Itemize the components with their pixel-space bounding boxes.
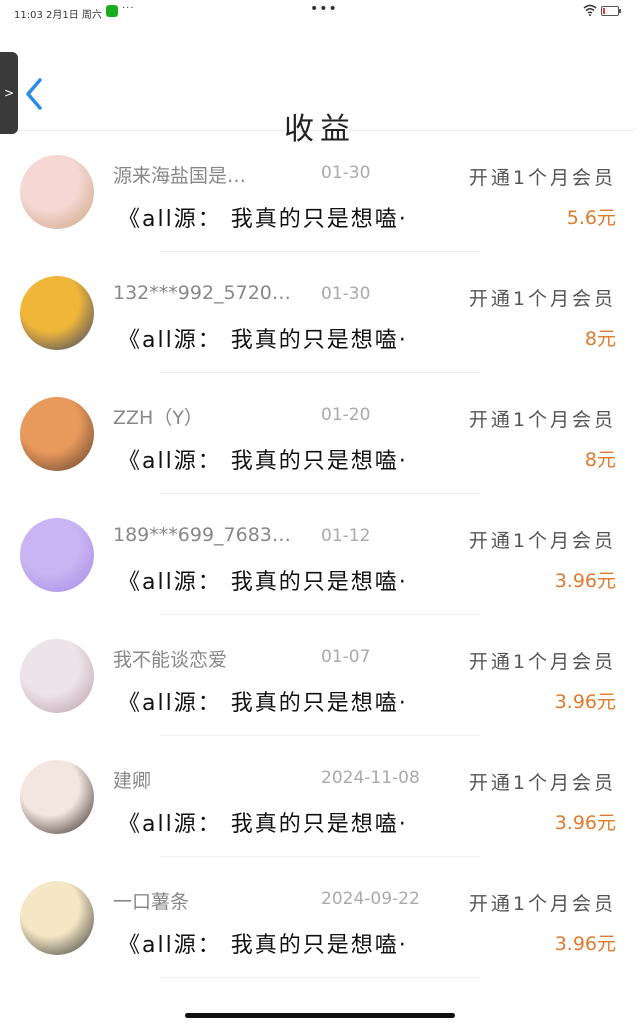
book-title: 《all源： 我真的只是想嗑· <box>118 691 408 716</box>
purchase-date: 2024-11-08 <box>321 768 420 788</box>
list-item[interactable]: 我不能谈恋爱 01-07 开通1个月会员《all源： 我真的只是想嗑· 3.96元 <box>0 615 640 736</box>
row-divider <box>160 977 480 978</box>
buyer-name: 建卿 <box>113 770 152 792</box>
list-item[interactable]: ZZH（Y） 01-20 开通1个月会员《all源： 我真的只是想嗑· 8元 <box>0 373 640 494</box>
earnings-list: 源来海盐国是… 01-30 开通1个月会员 《all源： 我真的只是想嗑· 5.6元 13… <box>0 131 640 978</box>
book-title: 《all源： 我真的只是想嗑· <box>118 570 408 595</box>
earning-amount: 8元 <box>584 328 616 350</box>
home-indicator[interactable] <box>185 1013 455 1018</box>
purchase-date: 01-20 <box>321 405 371 425</box>
book-title: 《all源： 我真的只是想嗑· <box>118 449 408 474</box>
multitask-dots-icon[interactable]: ••• <box>310 1 338 17</box>
list-item[interactable]: 189***699_76839… 01-12 开通1个月会员《all源： 我真的只是… <box>0 494 640 615</box>
buyer-name: 132***992_57206… <box>113 282 293 304</box>
order-type: 开通1个月会员 <box>468 651 616 673</box>
avatar[interactable] <box>20 760 94 834</box>
purchase-date: 2024-09-22 <box>321 889 420 909</box>
wechat-icon <box>106 5 118 17</box>
earning-amount: 8元 <box>584 449 616 471</box>
status-time: 11:03 2月1日 周六 <box>14 10 102 21</box>
wifi-icon <box>583 4 597 19</box>
order-type: 开通1个月会员 <box>468 530 616 552</box>
order-type: 开通1个月会员 <box>468 772 616 794</box>
chevron-right-icon: > <box>3 86 15 100</box>
book-title: 《all源： 我真的只是想嗑· <box>118 328 408 353</box>
buyer-name: 189***699_76839… <box>113 524 293 546</box>
purchase-date: 01-30 <box>321 284 371 304</box>
order-type: 开通1个月会员 <box>468 893 616 915</box>
list-next-item-partial <box>0 1000 640 1024</box>
avatar[interactable] <box>20 276 94 350</box>
order-type: 开通1个月会员 <box>468 288 616 310</box>
earning-amount: 5.6元 <box>566 207 616 229</box>
purchase-date: 01-12 <box>321 526 371 546</box>
purchase-date: 01-07 <box>321 647 371 667</box>
side-panel-handle[interactable]: > <box>0 52 18 134</box>
status-bar: 11:03 2月1日 周六 ··· ••• <box>0 0 640 24</box>
buyer-name: ZZH（Y） <box>113 407 203 429</box>
list-item[interactable]: 132***992_57206… 01-30 开通1个月会员《all源： 我真的只是… <box>0 252 640 373</box>
avatar[interactable] <box>20 155 94 229</box>
earning-amount: 3.96元 <box>554 933 616 955</box>
buyer-name: 源来海盐国是… <box>113 165 247 187</box>
avatar[interactable] <box>20 397 94 471</box>
order-type: 开通1个月会员 <box>468 409 616 431</box>
battery-icon <box>601 6 621 16</box>
list-item[interactable]: 一口薯条 2024-09-22 开通1个月会员《all源： 我真的只是想嗑· 3.96… <box>0 857 640 978</box>
book-title: 《all源： 我真的只是想嗑· <box>118 207 408 232</box>
buyer-name: 我不能谈恋爱 <box>113 649 228 671</box>
earning-amount: 3.96元 <box>554 691 616 713</box>
avatar[interactable] <box>20 518 94 592</box>
book-title: 《all源： 我真的只是想嗑· <box>118 933 408 958</box>
list-item[interactable]: 建卿 2024-11-08 开通1个月会员《all源： 我真的只是想嗑· 3.96元 <box>0 736 640 857</box>
earning-amount: 3.96元 <box>554 570 616 592</box>
avatar[interactable] <box>20 881 94 955</box>
avatar[interactable] <box>20 639 94 713</box>
status-more-dots: ··· <box>122 3 135 14</box>
book-title: 《all源： 我真的只是想嗑· <box>118 812 408 837</box>
purchase-date: 01-30 <box>321 163 371 183</box>
earning-amount: 3.96元 <box>554 812 616 834</box>
buyer-name: 一口薯条 <box>113 891 190 913</box>
list-item[interactable]: 源来海盐国是… 01-30 开通1个月会员《all源： 我真的只是想嗑· 5.6元 <box>0 131 640 252</box>
page-header: 收益 <box>0 24 640 147</box>
order-type: 开通1个月会员 <box>468 167 616 189</box>
